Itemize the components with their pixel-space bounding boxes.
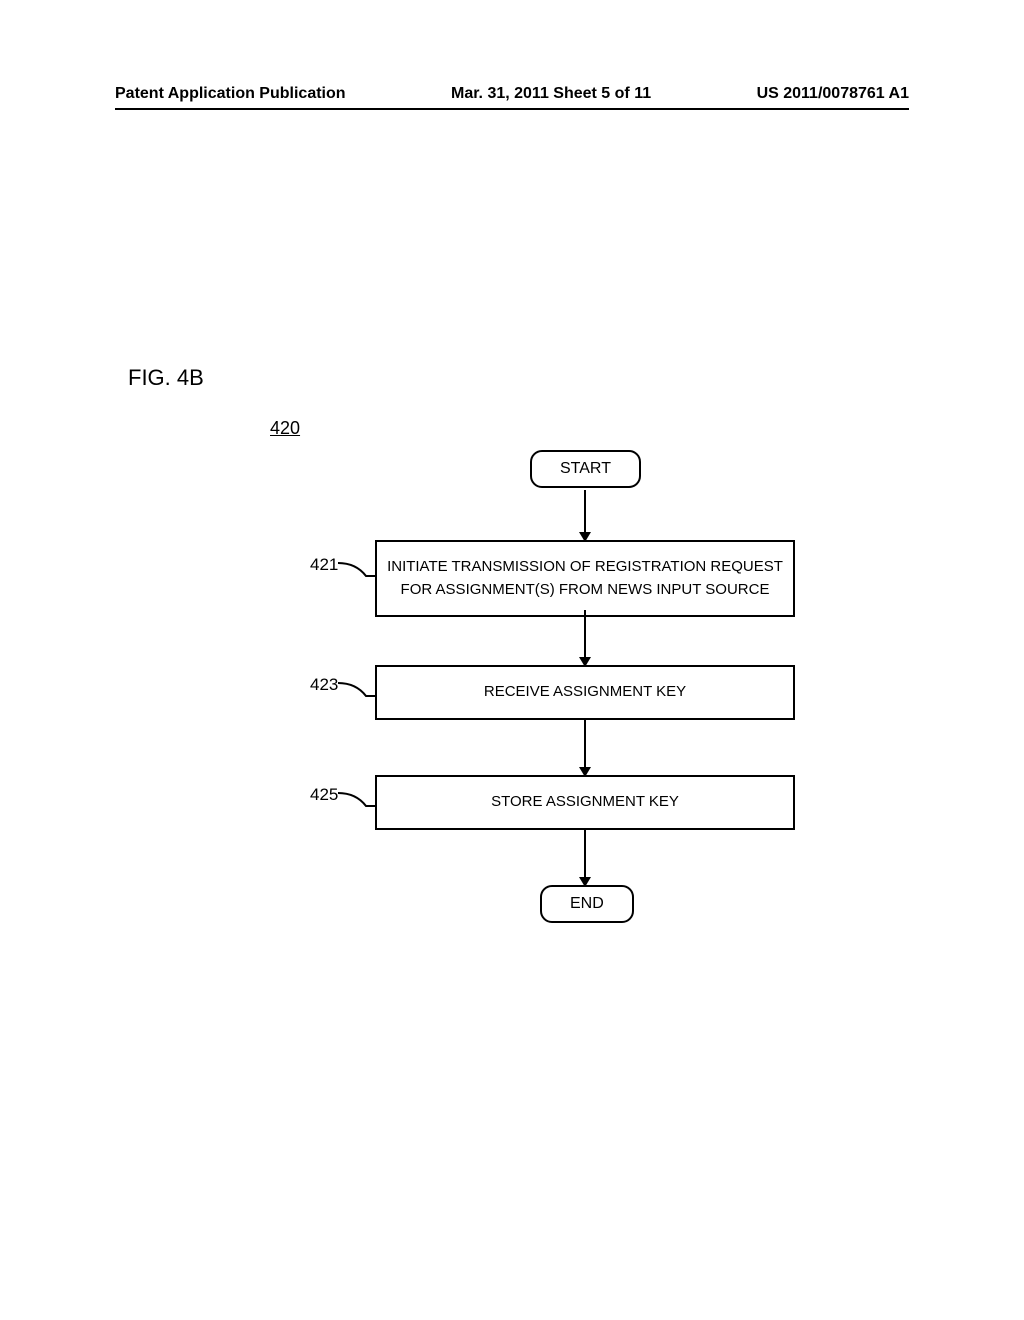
end-label: END (570, 895, 604, 912)
header-divider (115, 108, 909, 110)
page-header: Patent Application Publication Mar. 31, … (115, 85, 909, 107)
step-421-box: INITIATE TRANSMISSION OF REGISTRATION RE… (375, 540, 795, 617)
step-423-box: RECEIVE ASSIGNMENT KEY (375, 665, 795, 720)
figure-reference-number: 420 (270, 418, 300, 439)
step-421-text-line1: INITIATE TRANSMISSION OF REGISTRATION RE… (387, 556, 783, 579)
connector-line (338, 788, 378, 813)
step-423-reference: 423 (310, 675, 338, 695)
connector-line (338, 678, 378, 703)
start-label: START (560, 460, 611, 477)
step-423-text: RECEIVE ASSIGNMENT KEY (484, 683, 686, 700)
end-terminal: END (540, 885, 634, 923)
header-left: Patent Application Publication (115, 85, 346, 103)
start-terminal: START (530, 450, 641, 488)
step-425-text: STORE ASSIGNMENT KEY (491, 793, 679, 810)
header-right: US 2011/0078761 A1 (757, 85, 909, 103)
header-center: Mar. 31, 2011 Sheet 5 of 11 (451, 85, 651, 103)
figure-label: FIG. 4B (128, 365, 204, 391)
connector-line (338, 558, 378, 583)
step-425-reference: 425 (310, 785, 338, 805)
step-421-text-line2: FOR ASSIGNMENT(S) FROM NEWS INPUT SOURCE (387, 579, 783, 602)
step-425-box: STORE ASSIGNMENT KEY (375, 775, 795, 830)
step-421-reference: 421 (310, 555, 338, 575)
